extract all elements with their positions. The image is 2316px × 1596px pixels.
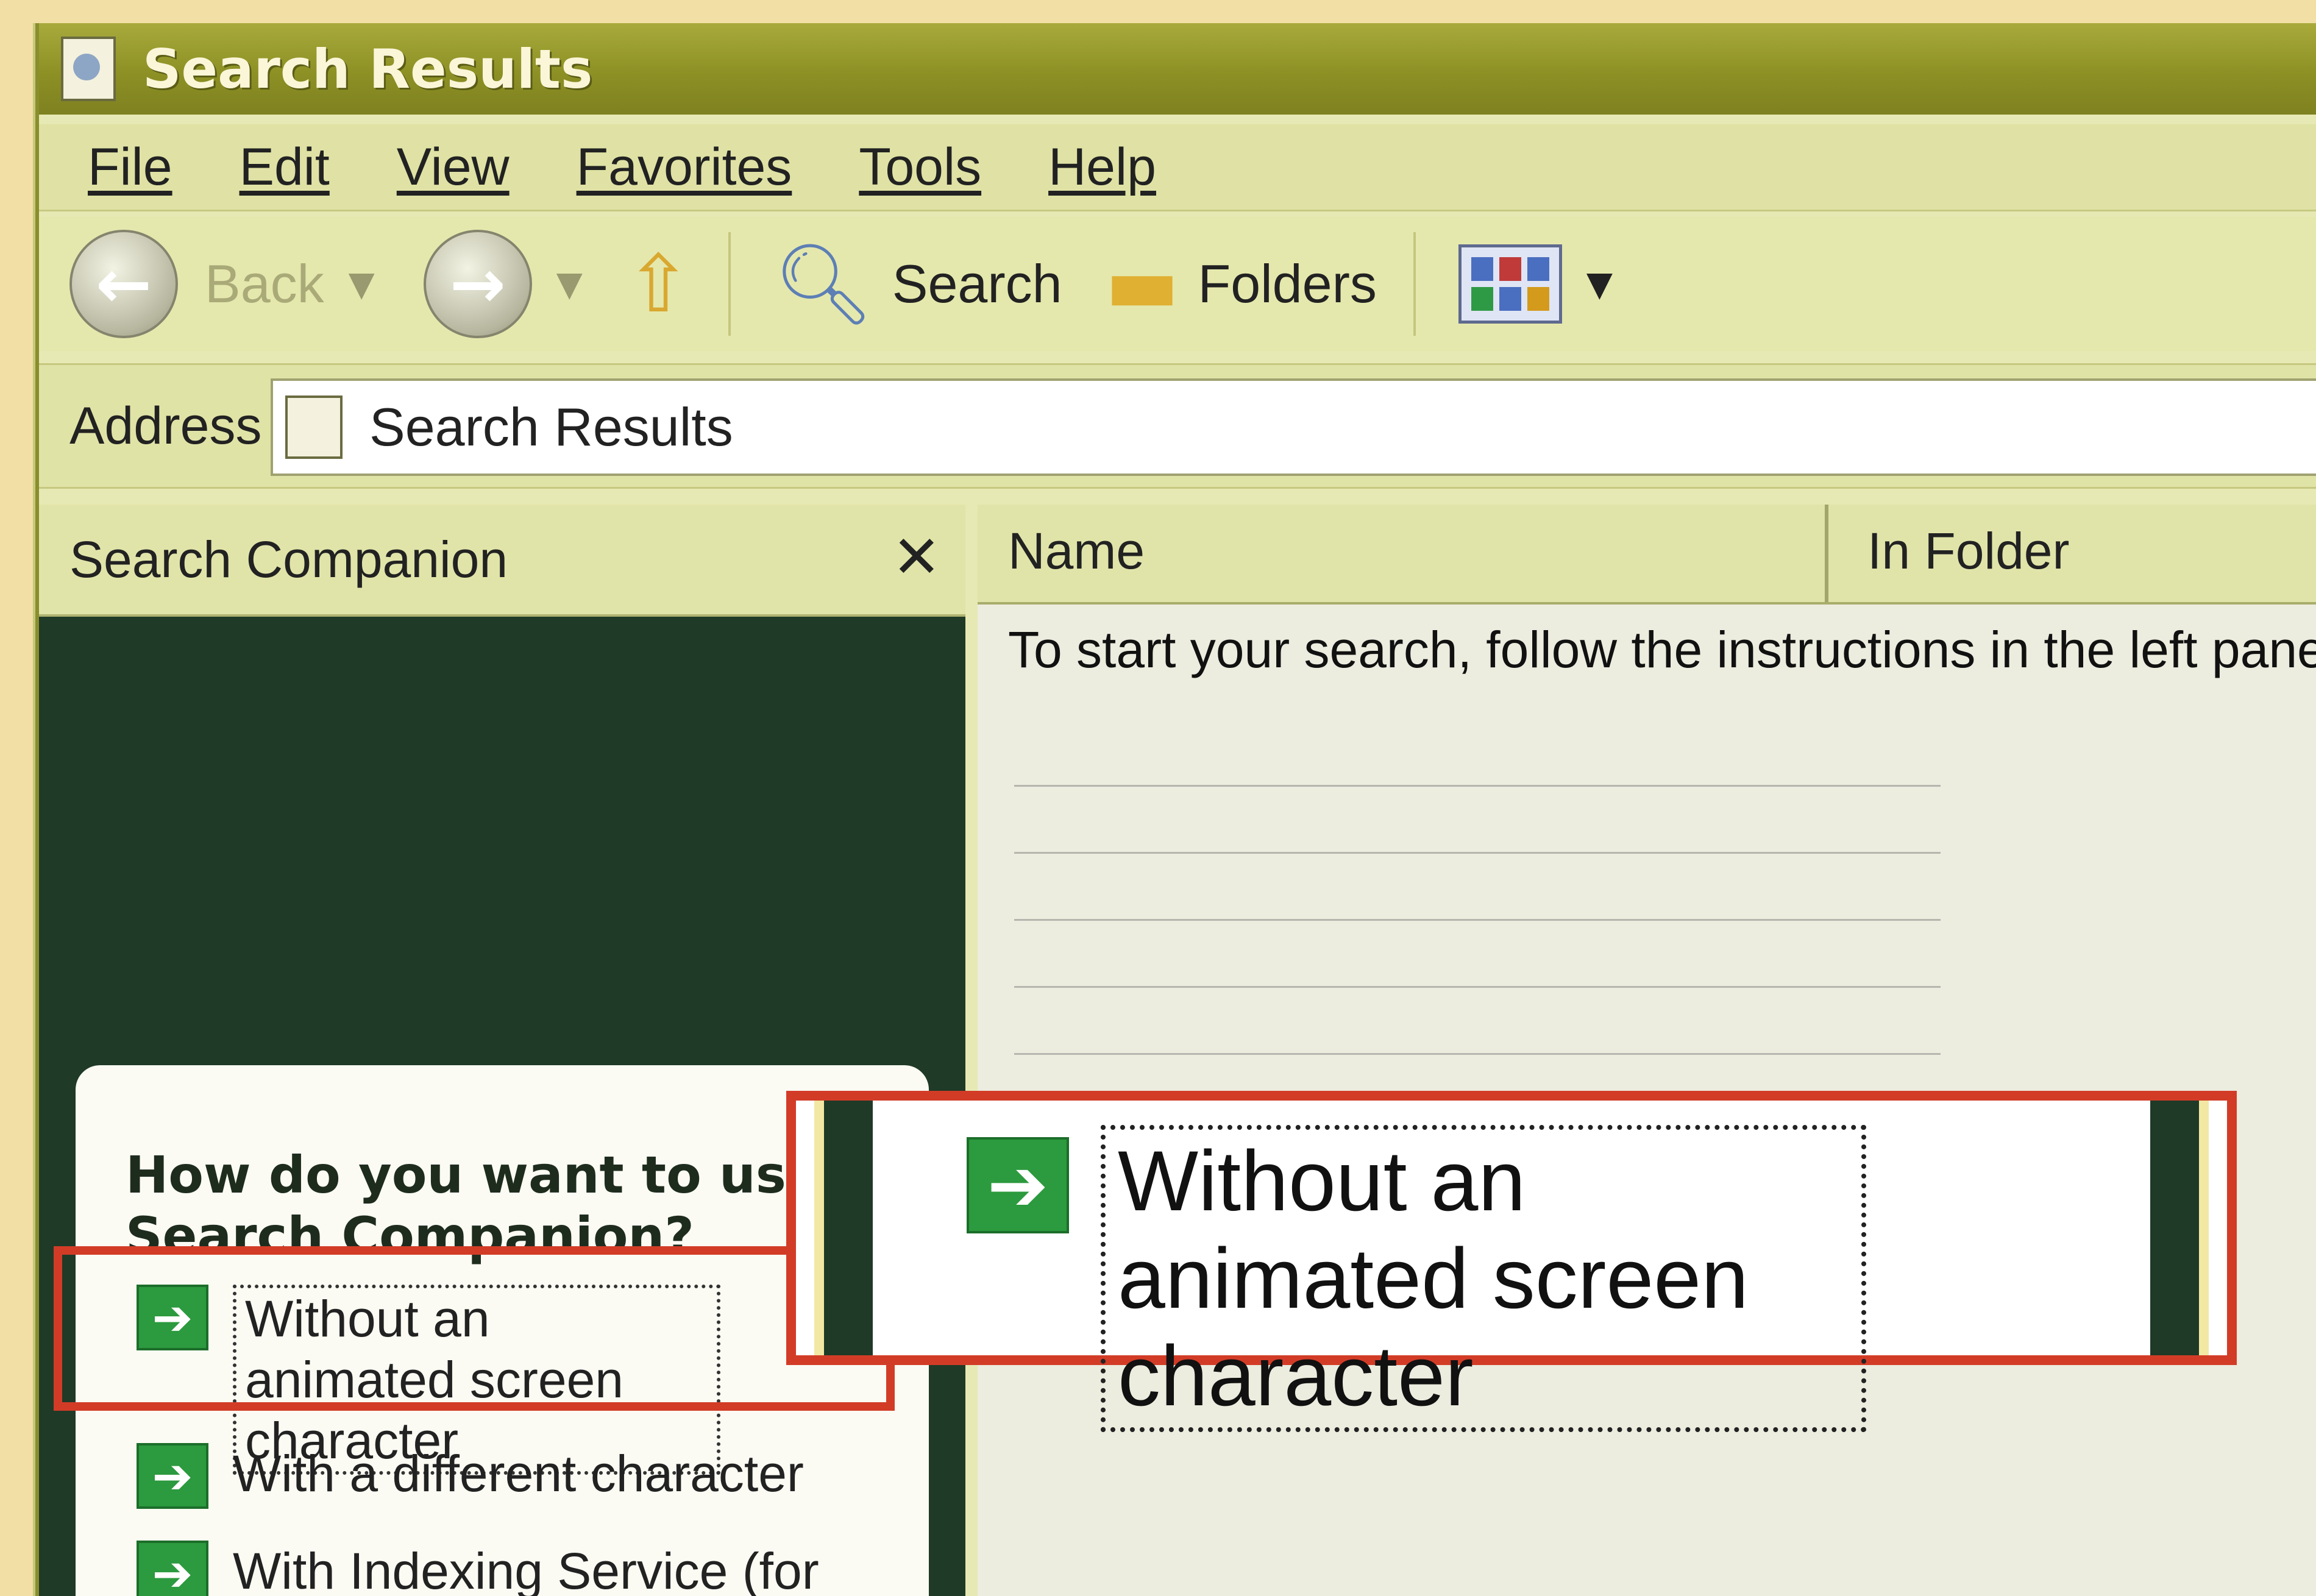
- views-icon[interactable]: [1458, 244, 1562, 324]
- title-bar: Search Results: [39, 23, 2316, 115]
- option-label: With a different character: [233, 1445, 804, 1502]
- option-different-character[interactable]: ➔ With a different character: [137, 1443, 804, 1509]
- column-divider[interactable]: [1825, 505, 1828, 602]
- up-folder-icon[interactable]: ⇧: [625, 238, 692, 330]
- option-indexing-service[interactable]: ➔ With Indexing Service (for: [137, 1541, 819, 1596]
- zoom-callout: ➔ Without an animated screen character: [786, 1091, 2237, 1432]
- callout-text: Without an animated screen character: [1101, 1125, 1866, 1432]
- column-in-folder[interactable]: In Folder: [1867, 522, 2070, 581]
- search-results-icon: [285, 395, 343, 459]
- results-empty-message: To start your search, follow the instruc…: [1008, 621, 2316, 678]
- green-arrow-icon: ➔: [137, 1443, 208, 1509]
- search-companion-header: Search Companion ✕: [39, 505, 965, 617]
- column-name[interactable]: Name: [1008, 522, 1145, 581]
- forward-dropdown-icon[interactable]: ▼: [556, 264, 583, 304]
- forward-button[interactable]: → ▼: [423, 230, 583, 338]
- toolbar-separator: [1413, 232, 1416, 336]
- window-title: Search Results: [143, 37, 593, 101]
- address-value: Search Results: [369, 397, 733, 457]
- back-dropdown-icon[interactable]: ▼: [349, 264, 375, 304]
- menu-favorites[interactable]: Favorites: [577, 137, 792, 197]
- toolbar-separator: [728, 232, 731, 336]
- green-arrow-icon: ➔: [137, 1541, 208, 1596]
- menu-file[interactable]: File: [88, 137, 172, 197]
- address-label: Address: [69, 396, 262, 455]
- highlight-frame: [54, 1246, 895, 1411]
- background-document-ghost: [1014, 785, 1941, 1090]
- forward-arrow-icon: →: [423, 230, 532, 338]
- search-icon[interactable]: 🔍︎: [773, 238, 874, 331]
- search-button[interactable]: Search: [892, 253, 1062, 315]
- search-companion-title: Search Companion: [69, 530, 508, 588]
- search-companion-pane: Search Companion ✕ How do you want to us…: [39, 505, 965, 1596]
- menu-help[interactable]: Help: [1048, 137, 1156, 197]
- green-arrow-icon: ➔: [967, 1137, 1069, 1233]
- menu-edit[interactable]: Edit: [240, 137, 330, 197]
- address-bar: Address Search Results: [39, 363, 2316, 489]
- close-icon[interactable]: ✕: [892, 523, 941, 591]
- results-column-header: Name In Folder: [978, 505, 2316, 605]
- option-label: With Indexing Service (for: [233, 1542, 819, 1596]
- back-arrow-icon: ←: [69, 230, 178, 338]
- toolbar: ← Back ▼ → ▼ ⇧ 🔍︎ Search ▬ Folders ▼: [39, 217, 2316, 351]
- folders-icon[interactable]: ▬: [1105, 238, 1180, 330]
- address-field[interactable]: Search Results: [271, 378, 2316, 476]
- folders-button[interactable]: Folders: [1198, 253, 1376, 315]
- callout-band: [814, 1101, 873, 1355]
- menu-bar: File Edit View Favorites Tools Help: [39, 124, 2316, 211]
- back-label: Back: [205, 254, 324, 314]
- search-results-icon: [61, 37, 116, 101]
- views-dropdown-icon[interactable]: ▼: [1586, 264, 1613, 304]
- callout-band: [2150, 1101, 2209, 1355]
- results-pane: Name In Folder To start your search, fol…: [978, 505, 2316, 1596]
- back-button[interactable]: ← Back ▼: [69, 230, 375, 338]
- menu-tools[interactable]: Tools: [859, 137, 981, 197]
- menu-view[interactable]: View: [397, 137, 510, 197]
